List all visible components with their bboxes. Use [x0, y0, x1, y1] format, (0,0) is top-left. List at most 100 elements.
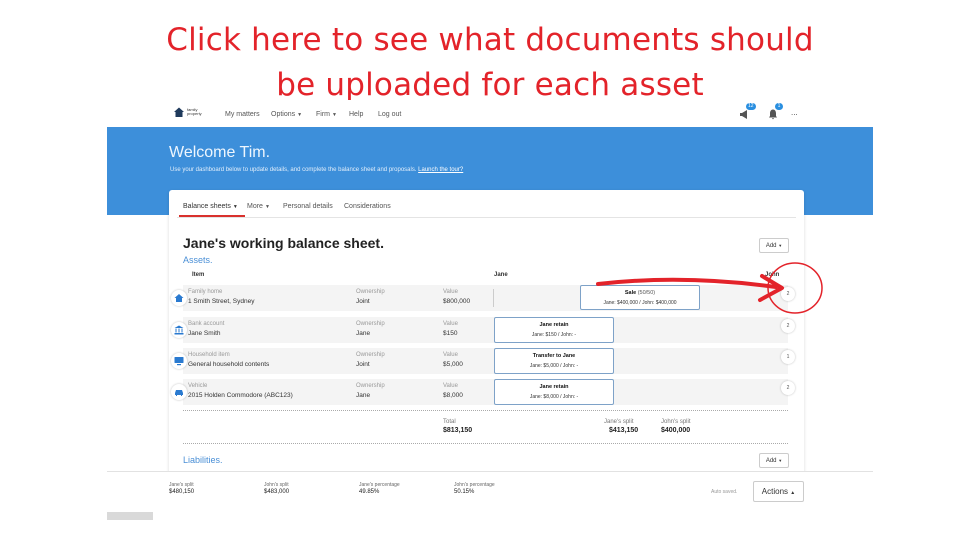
more-menu-icon[interactable]: ...: [791, 108, 798, 117]
logo-text-2: property: [187, 111, 202, 116]
tab-more-label: More: [247, 203, 263, 210]
proposal-detail: Jane: $150 / John: -: [531, 332, 577, 338]
caret-down-icon: ▼: [232, 204, 238, 210]
home-icon: [171, 290, 187, 306]
ownership-label: Ownership: [356, 289, 385, 295]
proposal-title: Transfer to Jane: [532, 353, 576, 359]
tab-balance-sheets[interactable]: Balance sheets ▼: [183, 203, 238, 210]
nav-firm[interactable]: Firm ▼: [316, 111, 337, 118]
hero-subtitle-text: Use your dashboard below to update detai…: [170, 167, 417, 173]
logo[interactable]: family property: [173, 106, 202, 118]
sheet-title: Jane's working balance sheet.: [183, 235, 384, 251]
asset-row-household-item[interactable]: Household item General household content…: [171, 348, 795, 374]
ownership-value: Joint: [356, 361, 370, 368]
ownership-label: Ownership: [356, 383, 385, 389]
ownership-label: Ownership: [356, 321, 385, 327]
tab-more[interactable]: More ▼: [247, 203, 270, 210]
launch-tour-link[interactable]: Launch the tour?: [418, 167, 463, 173]
add-liability-button[interactable]: Add ▼: [759, 453, 789, 468]
value-label: Value: [443, 352, 458, 358]
asset-value: $8,000: [443, 392, 463, 399]
balance-sheet-card: Balance sheets ▼ More ▼ Personal details C…: [169, 190, 804, 490]
asset-row-bank-account[interactable]: Bank account Jane Smith Ownership Jane V…: [171, 317, 795, 343]
proposal-popover[interactable]: Jane retain Jane: $150 / John: -: [494, 317, 614, 343]
footer-jane-percentage-label: Jane's percentage: [359, 482, 400, 488]
summary-footer: Jane's split $480,150 John's split $483,…: [107, 471, 873, 512]
footer-jane-percentage-value: 49.85%: [359, 489, 380, 495]
proposal-detail: Jane: $5,000 / John: -: [529, 363, 579, 369]
asset-category: Family home: [188, 289, 223, 295]
split-divider: [493, 289, 494, 307]
tab-balance-sheets-label: Balance sheets: [183, 203, 231, 210]
documents-count-badge[interactable]: 1: [781, 350, 795, 364]
footer-jane-split-value: $480,150: [169, 489, 195, 495]
asset-row-vehicle[interactable]: Vehicle 2015 Holden Commodore (ABC123) O…: [171, 379, 795, 405]
proposal-popover[interactable]: Jane retain Jane: $8,000 / John: -: [494, 379, 614, 405]
caret-down-icon: ▼: [778, 243, 783, 248]
documents-count-badge[interactable]: 2: [781, 287, 795, 301]
nav-options-label: Options: [271, 111, 296, 118]
value-label: Value: [443, 289, 458, 295]
footer-jane-split-label: Jane's split: [169, 482, 194, 488]
asset-category: Vehicle: [188, 383, 208, 389]
proposal-title: Jane retain: [539, 384, 569, 390]
nav-my-matters[interactable]: My matters: [225, 111, 260, 118]
app-window: family property My matters Options ▼ Firm ▼…: [107, 100, 873, 520]
bank-icon: [171, 322, 187, 338]
tab-bar: Balance sheets ▼ More ▼ Personal details C…: [177, 190, 796, 218]
ownership-value: Jane: [356, 330, 371, 337]
asset-category: Household item: [188, 352, 230, 358]
nav-log-out[interactable]: Log out: [378, 111, 401, 118]
total-label: Total: [443, 419, 456, 425]
column-item: Item: [192, 272, 205, 278]
caret-down-icon: ▼: [778, 458, 783, 463]
asset-row-family-home[interactable]: Family home 1 Smith Street, Sydney Owner…: [171, 285, 795, 311]
autosave-status: Auto saved.: [711, 489, 738, 495]
add-liability-label: Add: [765, 458, 777, 464]
column-jane: Jane: [494, 272, 508, 278]
caret-down-icon: ▼: [297, 112, 303, 118]
megaphone-badge: 12: [746, 103, 756, 110]
asset-value: $5,000: [443, 361, 463, 368]
asset-name: General household contents: [188, 361, 270, 368]
bell-badge: 1: [775, 103, 783, 110]
documents-count-badge[interactable]: 2: [781, 381, 795, 395]
asset-name: 2015 Holden Commodore (ABC123): [188, 392, 293, 399]
tab-considerations[interactable]: Considerations: [344, 203, 391, 210]
column-john: John: [765, 272, 780, 278]
jane-split-value: $413,150: [609, 427, 639, 434]
headline-line-2: be uploaded for each asset: [276, 67, 704, 103]
assets-heading: Assets.: [183, 255, 213, 265]
scrollbar-thumb[interactable]: [107, 512, 153, 520]
john-split-label: John's split: [661, 419, 691, 425]
liabilities-divider: [183, 443, 788, 444]
nav-options[interactable]: Options ▼: [271, 111, 302, 118]
documents-count-badge[interactable]: 2: [781, 319, 795, 333]
house-logo-icon: [174, 107, 184, 117]
proposal-detail: Jane: $8,000 / John: -: [529, 394, 579, 400]
footer-john-percentage-value: 50.15%: [454, 489, 475, 495]
proposal-popover[interactable]: Sale (50/50) Jane: $400,000 / John: $400…: [580, 285, 700, 310]
ownership-value: Joint: [356, 298, 370, 305]
caret-up-icon: ▲: [790, 490, 796, 496]
asset-value: $800,000: [443, 298, 471, 305]
tab-personal-details[interactable]: Personal details: [283, 203, 333, 210]
car-icon: [171, 384, 187, 400]
welcome-title: Welcome Tim.: [169, 144, 271, 161]
active-tab-indicator: [179, 215, 245, 217]
hero-subtitle: Use your dashboard below to update detai…: [170, 167, 463, 173]
proposal-popover[interactable]: Transfer to Jane Jane: $5,000 / John: -: [494, 348, 614, 374]
actions-button[interactable]: Actions ▲: [753, 481, 804, 502]
asset-name: 1 Smith Street, Sydney: [188, 298, 255, 305]
john-split-value: $400,000: [661, 427, 691, 434]
nav-help[interactable]: Help: [349, 111, 363, 118]
actions-label: Actions: [761, 487, 789, 496]
ownership-value: Jane: [356, 392, 371, 399]
add-asset-button[interactable]: Add ▼: [759, 238, 789, 253]
asset-category: Bank account: [188, 321, 225, 327]
stage: Click here to see what documents should …: [0, 0, 980, 551]
total-value: $813,150: [443, 427, 473, 434]
value-label: Value: [443, 383, 458, 389]
headline-line-1: Click here to see what documents should: [166, 22, 814, 58]
top-nav: family property My matters Options ▼ Firm ▼…: [107, 100, 873, 127]
